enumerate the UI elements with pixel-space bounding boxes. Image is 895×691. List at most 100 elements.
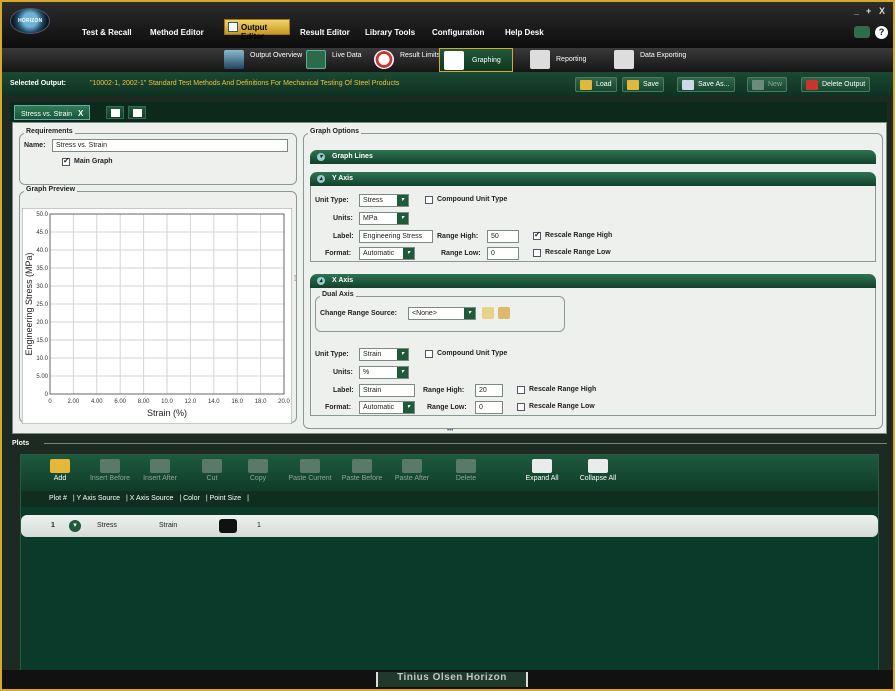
new-label: New — [768, 81, 783, 88]
close-tab-icon[interactable]: X — [78, 109, 83, 118]
subtool-output-overview[interactable]: Output Overview — [224, 48, 302, 72]
menu-library-tools[interactable]: Library Tools — [365, 28, 415, 37]
tab-stress-vs-strain[interactable]: Stress vs. Strain X — [14, 105, 91, 120]
subtool-graphing[interactable]: Graphing — [439, 48, 513, 72]
menu-output-editor-label: Output Editor — [241, 23, 268, 41]
dual-axis-group: Dual Axis Change Range Source: <None> ▾ — [315, 291, 565, 332]
chat-icon[interactable] — [854, 26, 870, 38]
dual-axis-add-icon[interactable] — [482, 307, 494, 319]
save-as-button[interactable]: Save As... — [677, 77, 735, 92]
y-unit-type-select[interactable]: Stress ▾ — [359, 194, 409, 207]
x-unit-type-select[interactable]: Strain ▾ — [359, 348, 409, 361]
x-range-high-input[interactable]: 20 — [475, 384, 503, 397]
maximize-button[interactable]: + — [866, 6, 871, 16]
help-icon[interactable]: ? — [875, 26, 888, 39]
cut-label: Cut — [206, 475, 218, 482]
y-compound-unit-checkbox[interactable] — [425, 196, 433, 204]
x-axis-label: Strain (%) — [147, 408, 187, 418]
close-window-button[interactable]: X — [879, 6, 885, 16]
x-tick-label: 4.00 — [91, 399, 103, 405]
menu-result-editor[interactable]: Result Editor — [300, 28, 350, 37]
subtool-result-limits[interactable]: Result Limits — [374, 48, 440, 72]
delete-output-label: Delete Output — [822, 81, 866, 88]
insert-before-button[interactable]: Insert Before — [85, 459, 135, 482]
x-units-select[interactable]: % ▾ — [359, 366, 409, 379]
vertical-splitter[interactable]: ⁞ — [294, 274, 296, 283]
horizon-logo[interactable]: HORIZON — [10, 8, 50, 34]
expand-all-label: Expand All — [525, 475, 559, 482]
plot-point-size[interactable]: 1 — [257, 522, 261, 529]
menu-test-recall[interactable]: Test & Recall — [82, 28, 132, 37]
change-range-source-select[interactable]: <None> ▾ — [408, 307, 476, 320]
y-axis-header[interactable]: ▴ Y Axis — [310, 172, 876, 186]
delete-output-button[interactable]: Delete Output — [801, 77, 871, 92]
menu-output-editor[interactable]: Output Editor — [224, 19, 290, 41]
plot-color-swatch[interactable] — [219, 519, 237, 533]
plots-title: Plots — [12, 440, 30, 447]
table-row[interactable]: 1 ▾ Stress Strain 1 — [21, 515, 878, 537]
change-range-source-label: Change Range Source: — [320, 310, 398, 317]
menu-help-desk[interactable]: Help Desk — [505, 28, 544, 37]
x-unit-type-label: Unit Type: — [315, 351, 349, 358]
dual-axis-remove-icon[interactable] — [498, 307, 510, 319]
paste-before-button[interactable]: Paste Before — [337, 459, 387, 482]
subtool-output-overview-label: Output Overview — [250, 52, 303, 59]
add-icon — [50, 459, 70, 473]
y-range-low-input[interactable]: 0 — [487, 247, 519, 260]
menu-bar: HORIZON Test & Recall Method Editor Outp… — [2, 2, 893, 48]
new-button[interactable]: New — [747, 77, 788, 92]
plot-y-source[interactable]: Stress — [97, 522, 117, 529]
menu-method-editor[interactable]: Method Editor — [150, 28, 204, 37]
y-format-select[interactable]: Automatic ▾ — [359, 247, 415, 260]
subtool-reporting[interactable]: Reporting — [530, 48, 594, 72]
subtool-data-exporting[interactable]: Data Exporting — [614, 48, 686, 72]
insert-after-button[interactable]: Insert After — [135, 459, 185, 482]
plot-x-source[interactable]: Strain — [159, 522, 177, 529]
x-tick-label: 12.0 — [185, 399, 197, 405]
chart-background — [22, 208, 292, 424]
y-tick-label: 10.0 — [36, 356, 48, 362]
subtool-live-data[interactable]: Live Data — [306, 48, 362, 72]
paste-after-button[interactable]: Paste After — [387, 459, 437, 482]
x-range-low-input[interactable]: 0 — [475, 401, 503, 414]
column-header: | Color — [179, 495, 200, 502]
x-rescale-high-checkbox[interactable] — [517, 386, 525, 394]
y-range-high-input[interactable]: 50 — [487, 230, 519, 243]
menu-configuration[interactable]: Configuration — [432, 28, 484, 37]
new-tab-icon[interactable] — [106, 106, 124, 119]
y-tick-label: 50.0 — [36, 212, 48, 218]
x-compound-unit-checkbox[interactable] — [425, 350, 433, 358]
copy-button[interactable]: Copy — [233, 459, 283, 482]
copy-tab-icon[interactable] — [128, 106, 146, 119]
graph-options-title: Graph Options — [308, 128, 361, 135]
save-button[interactable]: Save — [622, 77, 664, 92]
plots-panel: Add Insert Before Insert After Cut Copy Paste… — [20, 454, 879, 672]
add-button[interactable]: Add — [35, 459, 85, 482]
x-format-select[interactable]: Automatic ▾ — [359, 401, 415, 414]
delete-output-icon — [806, 80, 818, 90]
load-button[interactable]: Load — [575, 77, 617, 92]
paste-current-button[interactable]: Paste Current — [285, 459, 335, 482]
copy-label: Copy — [249, 475, 267, 482]
y-rescale-low-checkbox[interactable] — [533, 249, 541, 257]
minimize-button[interactable]: _ — [854, 6, 859, 16]
y-units-select[interactable]: MPa ▾ — [359, 212, 409, 225]
graph-lines-header[interactable]: ▾ Graph Lines — [310, 150, 876, 164]
y-rescale-high-checkbox[interactable] — [533, 230, 541, 240]
name-input[interactable]: Stress vs. Strain — [52, 139, 288, 152]
output-editor-icon — [228, 22, 238, 32]
delete-button[interactable]: Delete — [441, 459, 491, 482]
main-graph-checkbox[interactable] — [62, 156, 70, 166]
cut-button[interactable]: Cut — [187, 459, 237, 482]
collapse-all-button[interactable]: Collapse All — [573, 459, 623, 482]
x-label-input[interactable]: Strain — [359, 384, 415, 397]
x-axis-header[interactable]: ▴ X Axis — [310, 274, 876, 288]
x-rescale-low-checkbox[interactable] — [517, 403, 525, 411]
y-range-high-label: Range High: — [437, 233, 479, 240]
expand-row-icon[interactable]: ▾ — [69, 520, 81, 532]
horizontal-splitter[interactable]: ••• — [447, 428, 453, 434]
expand-all-button[interactable]: Expand All — [517, 459, 567, 482]
y-label-input[interactable]: Engineering Stress — [359, 230, 433, 243]
x-tick-label: 6.00 — [114, 399, 126, 405]
new-icon — [752, 80, 764, 90]
